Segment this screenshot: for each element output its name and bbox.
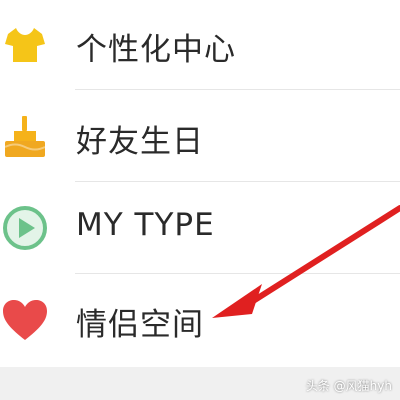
settings-menu: 个性化中心 好友生日 MY TYPE 情侣空间 — [0, 0, 400, 366]
menu-item-friend-birthday[interactable]: 好友生日 — [0, 90, 400, 182]
tshirt-icon — [0, 20, 50, 70]
play-circle-icon — [0, 203, 50, 253]
menu-item-my-type[interactable]: MY TYPE — [0, 182, 400, 274]
menu-item-label: 好友生日 — [76, 124, 204, 160]
menu-item-label: 情侣空间 — [76, 307, 204, 343]
watermark: 头条 @风猫hyh — [305, 379, 392, 393]
menu-item-label: 个性化中心 — [76, 32, 236, 68]
heart-icon — [0, 295, 50, 345]
menu-item-label: MY TYPE — [76, 207, 215, 243]
screen: 个性化中心 好友生日 MY TYPE 情侣空间 头条 @风猫hyh — [0, 0, 400, 400]
menu-item-couple-space[interactable]: 情侣空间 — [0, 274, 400, 366]
birthday-cake-icon — [0, 112, 50, 162]
menu-item-personalization-center[interactable]: 个性化中心 — [0, 0, 400, 90]
